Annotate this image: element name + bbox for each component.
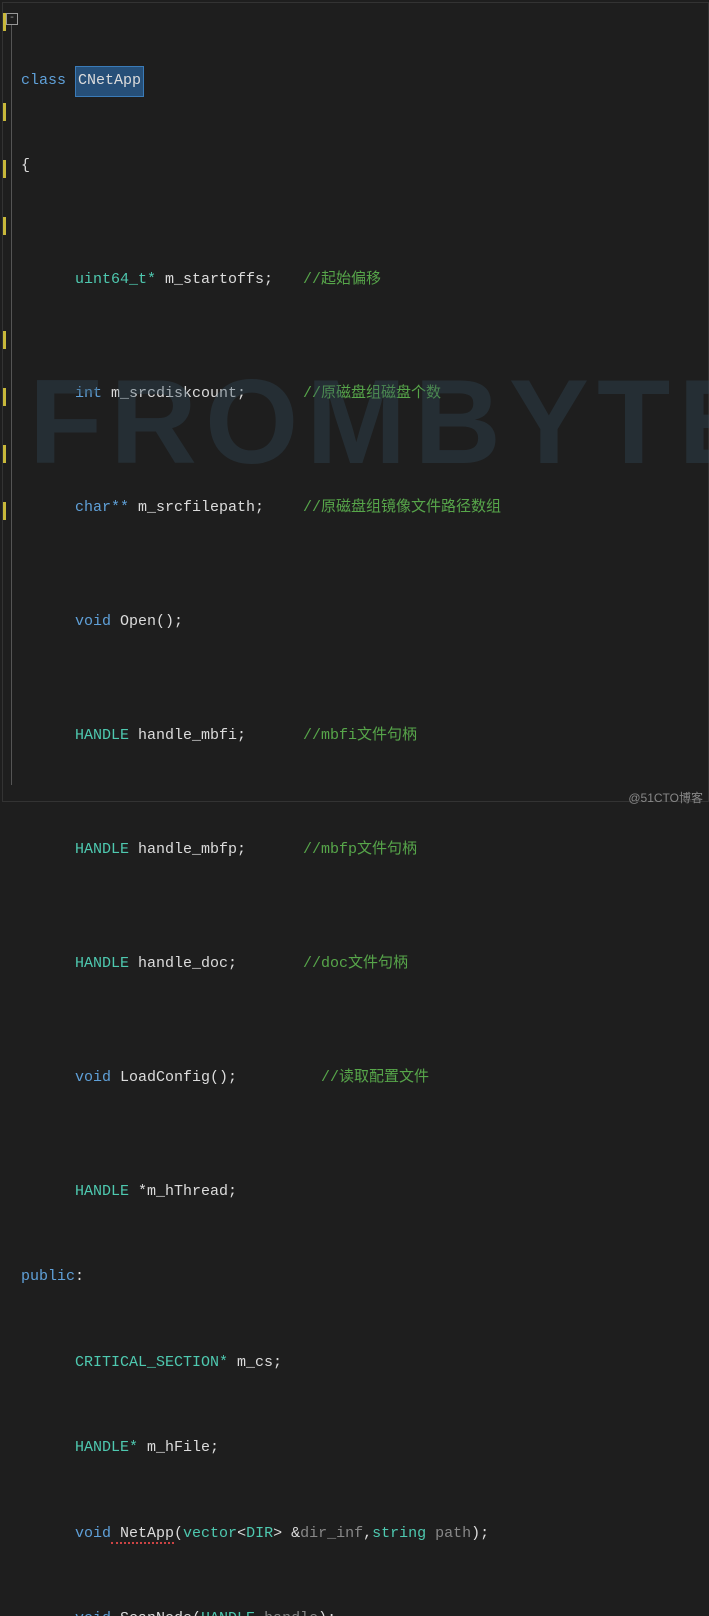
param-handle: handle [255, 1610, 318, 1616]
type-handle: HANDLE [201, 1610, 255, 1616]
func-loadconfig: LoadConfig [111, 1069, 210, 1086]
paren: (); [210, 1069, 237, 1086]
type-void: void [75, 1525, 111, 1542]
keyword-public: public [21, 1268, 75, 1285]
type-string: string [372, 1525, 426, 1542]
credit-label: @51CTO博客 [628, 789, 703, 806]
change-marker [3, 217, 6, 235]
comment: //原磁盘组磁盘个数 [303, 380, 441, 409]
type-handle: HANDLE [75, 1183, 129, 1200]
type-void: void [75, 613, 111, 630]
type-void: void [75, 1610, 111, 1616]
type-handle: HANDLE* [75, 1439, 138, 1456]
param-path: path [426, 1525, 471, 1542]
member-handle-mbfi: handle_mbfi; [129, 727, 246, 744]
member-hfile: m_hFile; [138, 1439, 219, 1456]
angle-close: > & [273, 1525, 300, 1542]
type-int: int [75, 385, 102, 402]
type-void: void [75, 1069, 111, 1086]
brace-open: { [21, 157, 30, 174]
code-editor[interactable]: - class CNetApp { uint64_t* m_startoffs;… [2, 2, 709, 802]
fold-guide-line [11, 25, 12, 785]
change-marker [3, 445, 6, 463]
fold-toggle-icon[interactable]: - [6, 13, 18, 25]
func-scannode: ScanNode [111, 1610, 192, 1616]
paren-open: ( [192, 1610, 201, 1616]
change-marker [3, 502, 6, 520]
type-handle: HANDLE [75, 841, 129, 858]
member-cs: m_cs; [228, 1354, 282, 1371]
change-marker [3, 13, 6, 31]
comment: //原磁盘组镜像文件路径数组 [303, 494, 501, 523]
comma: , [363, 1525, 372, 1542]
paren-close: ); [471, 1525, 489, 1542]
type-handle: HANDLE [75, 955, 129, 972]
angle-open: < [237, 1525, 246, 1542]
func-open: Open [111, 613, 156, 630]
type-char: char** [75, 499, 129, 516]
type-dir: DIR [246, 1525, 273, 1542]
member-hthread: *m_hThread; [129, 1183, 237, 1200]
member-handle-mbfp: handle_mbfp; [129, 841, 246, 858]
comment: //doc文件句柄 [303, 950, 408, 979]
comment: //起始偏移 [303, 266, 381, 295]
comment: //mbfp文件句柄 [303, 836, 417, 865]
type-handle: HANDLE [75, 727, 129, 744]
param-dirinf: dir_inf [300, 1525, 363, 1542]
change-marker [3, 160, 6, 178]
change-marker [3, 103, 6, 121]
code-content[interactable]: class CNetApp { uint64_t* m_startoffs; //… [21, 9, 704, 1616]
paren: (); [156, 613, 183, 630]
func-netapp: NetApp [111, 1525, 174, 1544]
type-vector: vector [183, 1525, 237, 1542]
keyword-class: class [21, 72, 66, 89]
member-srcfilepath: m_srcfilepath; [129, 499, 264, 516]
paren-open: ( [174, 1525, 183, 1542]
member-startoffs: m_startoffs; [156, 271, 273, 288]
paren-close: ); [318, 1610, 336, 1616]
class-name-selected[interactable]: CNetApp [75, 66, 144, 97]
change-marker [3, 388, 6, 406]
colon: : [75, 1268, 84, 1285]
change-marker [3, 331, 6, 349]
type-critsection: CRITICAL_SECTION* [75, 1354, 228, 1371]
type-uint64: uint64_t* [75, 271, 156, 288]
member-handle-doc: handle_doc; [129, 955, 237, 972]
comment: //读取配置文件 [321, 1064, 429, 1093]
member-srcdiskcount: m_srcdiskcount; [102, 385, 246, 402]
comment: //mbfi文件句柄 [303, 722, 417, 751]
